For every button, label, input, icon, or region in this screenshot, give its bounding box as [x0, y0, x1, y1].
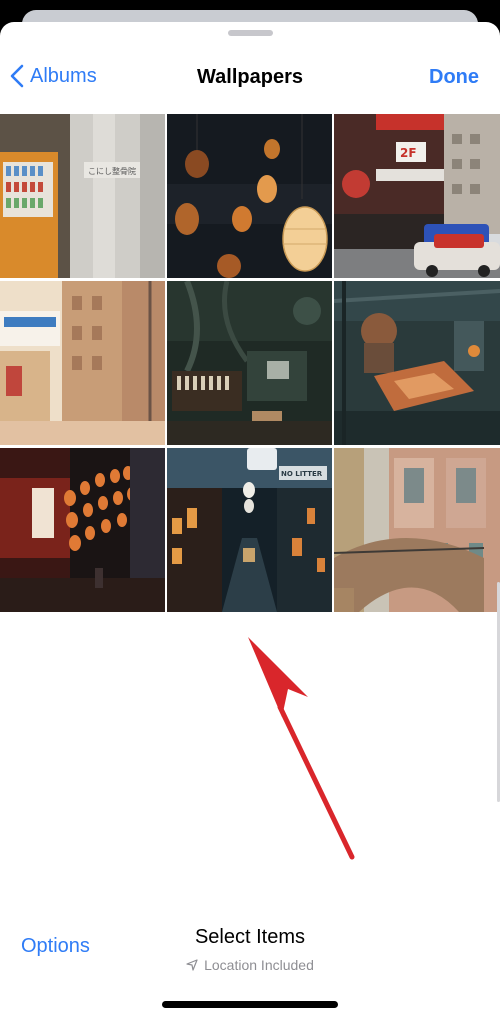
- vending-sign-text: こにし整骨院: [88, 166, 136, 176]
- location-included-label: Location Included: [204, 957, 314, 973]
- photo-thumbnail[interactable]: こにし整骨院: [0, 114, 165, 278]
- photo-thumbnail[interactable]: NO LITTER: [167, 448, 332, 612]
- home-indicator[interactable]: [162, 1001, 338, 1008]
- location-included-button[interactable]: Location Included: [0, 957, 500, 973]
- annotation-arrow: [248, 637, 355, 860]
- hanging-lanterns-image: [167, 114, 332, 278]
- no-litter-sign-text: NO LITTER: [281, 470, 323, 478]
- vending-machine-street-image: こにし整骨院: [0, 114, 165, 278]
- workshop-machinery-image: [167, 281, 332, 445]
- street-sign-text: 2F: [400, 146, 417, 160]
- photo-thumbnail[interactable]: [0, 448, 165, 612]
- robot-workshop-image: [334, 281, 500, 445]
- photo-thumbnail[interactable]: [167, 281, 332, 445]
- page-title: Wallpapers: [197, 66, 303, 88]
- photo-grid: こにし整骨院 2F NO LITTER: [0, 114, 500, 612]
- photo-thumbnail[interactable]: [167, 114, 332, 278]
- photo-thumbnail[interactable]: [334, 448, 500, 612]
- night-alley-image: NO LITTER: [167, 448, 332, 612]
- photo-thumbnail[interactable]: 2F: [334, 114, 500, 278]
- red-lantern-alley-image: [0, 448, 165, 612]
- location-arrow-icon: [186, 959, 198, 971]
- done-button[interactable]: Done: [429, 66, 479, 89]
- photo-thumbnail[interactable]: [334, 281, 500, 445]
- sheet-grabber[interactable]: [228, 30, 273, 36]
- tokyo-street-taxi-image: 2F: [334, 114, 500, 278]
- stone-bridge-building-image: [334, 448, 500, 612]
- photo-picker-sheet: Albums Wallpapers Done こにし整骨院 2F NO LITT…: [0, 22, 500, 1020]
- photo-thumbnail[interactable]: [0, 281, 165, 445]
- anime-alley-image: [0, 281, 165, 445]
- select-items-title: Select Items: [194, 926, 306, 948]
